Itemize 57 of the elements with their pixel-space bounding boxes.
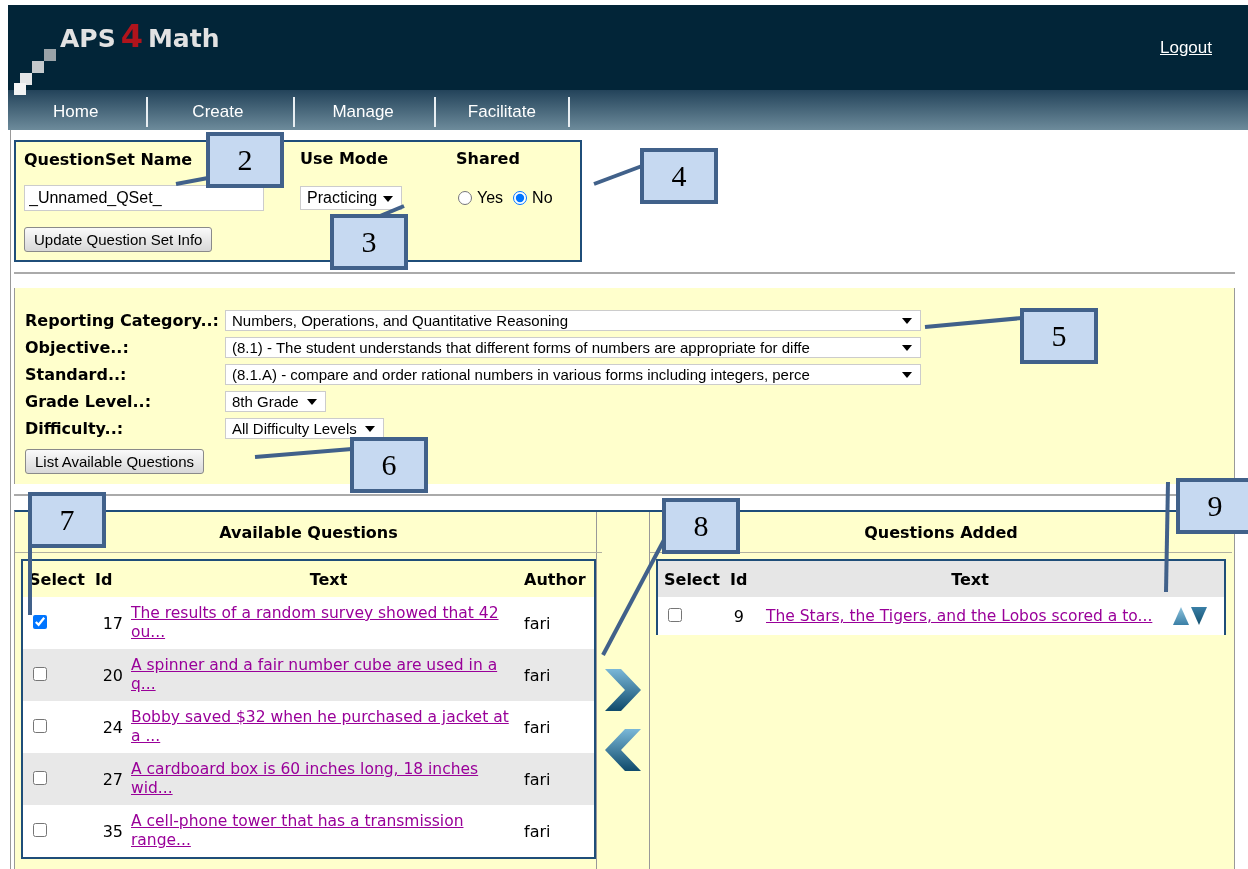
table-cell-text: 17: [101, 613, 124, 633]
callout-label: 7: [28, 492, 106, 548]
dropdown[interactable]: 8th Grade: [225, 390, 326, 412]
field-label: QuestionSet Name: [24, 149, 193, 169]
dropdown[interactable]: Numbers, Operations, and Quantitative Reasoning: [225, 309, 921, 331]
radio-label: No: [532, 189, 553, 207]
table-cell-text: fari: [524, 769, 552, 789]
update-button[interactable]: Update Question Set Info: [24, 227, 213, 252]
filter-label: Difficulty..:: [25, 418, 125, 438]
column-header: Id: [729, 569, 749, 589]
nav-tab[interactable]: Manage: [295, 97, 436, 127]
column-header: Select: [663, 569, 721, 589]
question-link[interactable]: Bobby saved $32 when he purchased a jacket at a ...: [131, 708, 516, 746]
callout-label: 2: [206, 132, 284, 188]
question-link[interactable]: The results of a random survey showed that 42 ou...: [131, 604, 516, 642]
table-cell-text: fari: [524, 665, 552, 685]
callout-label: 8: [662, 498, 740, 554]
dropdown[interactable]: Practicing: [300, 186, 403, 210]
dropdown[interactable]: (8.1) - The student understands that different forms of numbers are appropriate for diffe: [225, 336, 921, 358]
table-cell-text: 20: [101, 665, 124, 685]
list-questions-button[interactable]: List Available Questions: [25, 449, 204, 474]
question-link[interactable]: A cardboard box is 60 inches long, 18 inches wid...: [131, 760, 516, 798]
field-label: Shared: [456, 149, 520, 168]
logo: APS 4 Math: [60, 17, 220, 51]
table-cell-text: 24: [101, 717, 124, 737]
nav-tab[interactable]: Home: [8, 97, 149, 127]
table-cell-text: 9: [732, 606, 745, 626]
table-cell-text: fari: [524, 821, 552, 841]
column-header: Select: [28, 569, 86, 589]
question-link[interactable]: The Stars, the Tigers, and the Lobos scored a to...: [766, 607, 1153, 625]
callout-label: 6: [350, 437, 428, 493]
nav-tab[interactable]: Facilitate: [435, 97, 570, 127]
radio-label: Yes: [477, 189, 504, 207]
callout-label: 5: [1020, 308, 1098, 364]
field-label: Use Mode: [300, 149, 389, 168]
question-link[interactable]: A cell-phone tower that has a transmission range...: [131, 812, 516, 850]
dropdown[interactable]: (8.1.A) - compare and order rational numbers in various forms including integers, perce: [225, 363, 921, 385]
nav-tab[interactable]: Create: [148, 97, 296, 127]
column-header: Text: [308, 569, 349, 589]
name-field[interactable]: _Unnamed_QSet_: [24, 185, 264, 211]
filter-label: Reporting Category..:: [25, 310, 220, 330]
table-cell-text: 35: [101, 821, 124, 841]
table-cell-text: fari: [524, 717, 552, 737]
logout-link[interactable]: Logout: [1160, 38, 1212, 58]
dropdown[interactable]: All Difficulty Levels: [225, 417, 384, 439]
column-header: Text: [950, 569, 990, 589]
table-cell-text: fari: [524, 613, 552, 633]
column-header: Id: [94, 569, 114, 589]
filter-label: Grade Level..:: [25, 391, 153, 411]
table-cell-text: 27: [101, 769, 124, 789]
filter-label: Standard..:: [25, 364, 128, 384]
question-link[interactable]: A spinner and a fair number cube are used in a q...: [131, 656, 516, 694]
filter-label: Objective..:: [25, 337, 130, 357]
callout-label: 9: [1176, 478, 1248, 534]
callout-label: 4: [640, 148, 718, 204]
column-header: Author: [524, 569, 587, 589]
callout-label: 3: [330, 214, 408, 270]
